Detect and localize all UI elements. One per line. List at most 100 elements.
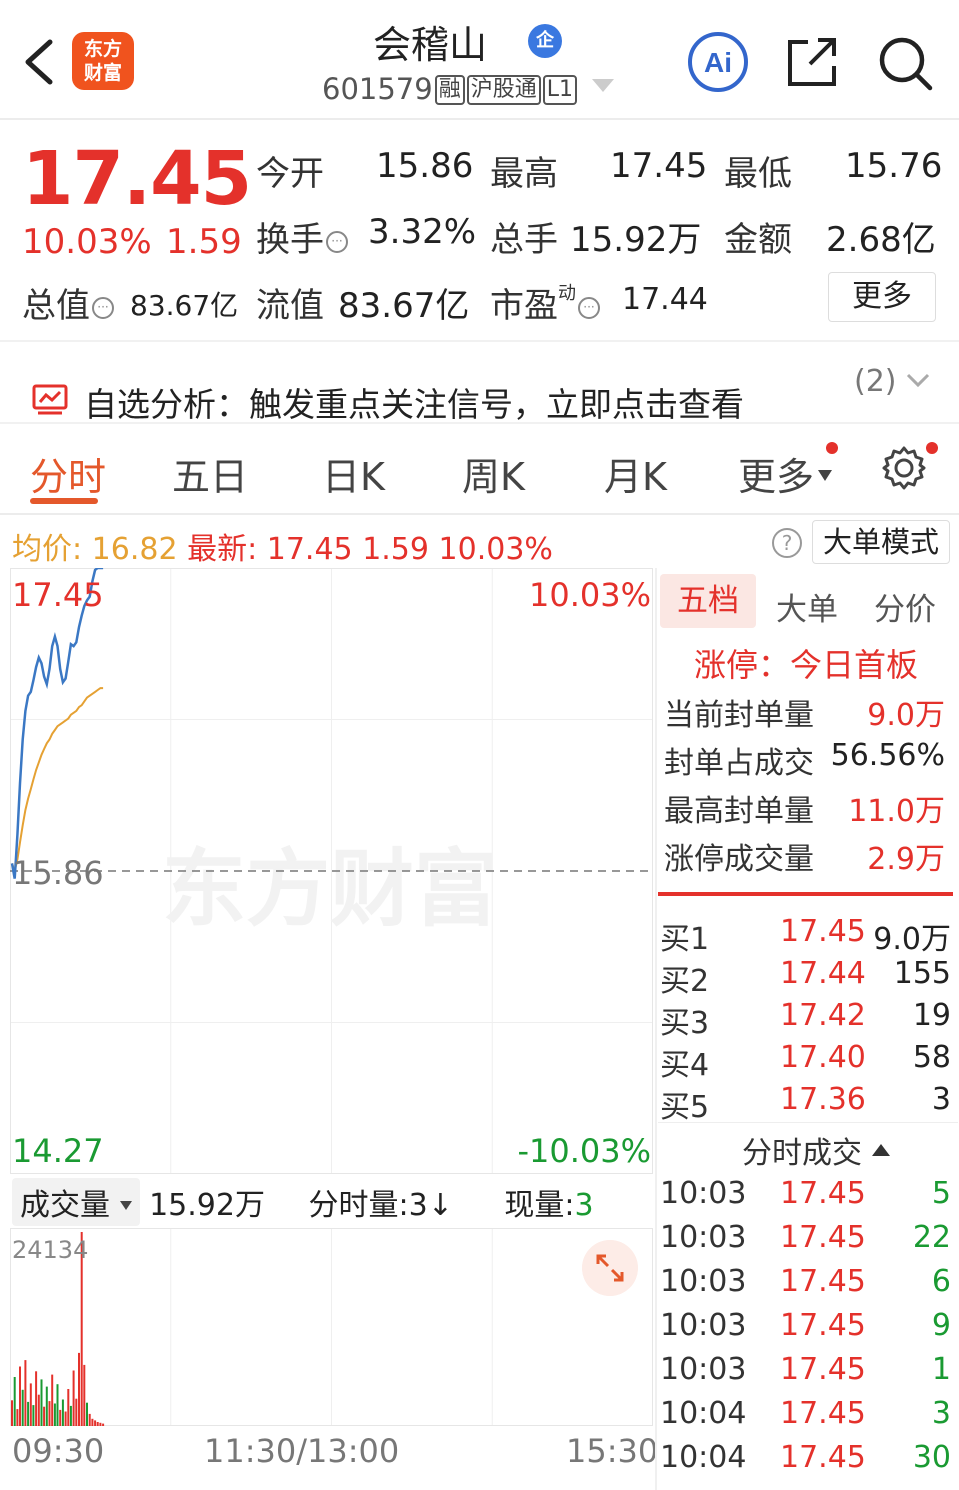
volume-bar (64, 1411, 67, 1426)
info-dots-icon[interactable]: ··· (92, 297, 114, 319)
bid-volume: 9.0万 (873, 922, 951, 957)
volume-indicator-label: 成交量 (20, 1188, 110, 1223)
tab-daily-k[interactable]: 日K (322, 446, 385, 501)
volume-bar (102, 1423, 105, 1426)
tab-more[interactable]: 更多 (738, 446, 833, 501)
stock-code-line[interactable]: 601579 融沪股通 L1 (322, 72, 615, 106)
volume-info-row: 成交量 15.92万 分时量:3↓ 现量:3 (12, 1178, 594, 1226)
y-axis-mid-label: 15.86 (12, 854, 104, 892)
pct-axis-top-label: 10.03% (529, 576, 651, 614)
more-quote-button[interactable]: 更多 (828, 272, 936, 322)
volume-bar (35, 1371, 38, 1426)
ai-assistant-icon[interactable]: Ai (686, 30, 750, 94)
large-order-mode-button[interactable]: 大单模式 (812, 520, 950, 564)
avg-label: 均价: (12, 532, 83, 567)
volume-bar (16, 1409, 19, 1426)
tab-intraday[interactable]: 分时 (30, 446, 106, 501)
dropdown-triangle-icon[interactable] (592, 79, 615, 93)
volume-chart[interactable]: 24134 (10, 1228, 653, 1426)
seal-label: 最高封单量 (664, 794, 814, 829)
top-header: 东方 财富 会稽山 企 601579 融沪股通 L1 Ai (0, 0, 959, 120)
intraday-price-chart[interactable]: 东方财富 17.45 15.86 14.27 10.03% -10.03% (10, 568, 653, 1174)
volume-bar (27, 1401, 30, 1426)
volume-bar (32, 1405, 35, 1426)
trade-time: 10:04 (660, 1396, 747, 1431)
volume-indicator-select[interactable]: 成交量 (12, 1178, 140, 1226)
volume-bar (11, 1400, 13, 1426)
pe-label-text: 市盈 (490, 286, 558, 326)
trade-price: 17.45 (780, 1396, 866, 1431)
bid-volume: 155 (893, 956, 951, 991)
amount-value: 2.68亿 (826, 220, 936, 260)
chevron-down-icon[interactable] (904, 370, 932, 390)
pe-value: 17.44 (622, 282, 708, 317)
bid-volume: 19 (912, 998, 951, 1033)
volume-bar (21, 1389, 24, 1426)
time-axis-mid: 11:30/13:00 (204, 1432, 400, 1470)
trade-volume: 1 (931, 1352, 951, 1387)
tab-five-day[interactable]: 五日 (172, 446, 248, 501)
change-percent: 10.03% (22, 222, 152, 262)
enterprise-badge-icon: 企 (528, 24, 562, 58)
low-label: 最低 (724, 154, 792, 194)
trade-price: 17.45 (780, 1176, 866, 1211)
gear-icon[interactable] (880, 444, 928, 492)
turnover-value: 3.32% (368, 212, 477, 252)
seal-label: 封单占成交 (664, 746, 814, 781)
high-value: 17.45 (610, 146, 708, 186)
trade-time: 10:03 (660, 1176, 747, 1211)
turnover-label-text: 换手 (256, 220, 324, 260)
bid-volume: 58 (912, 1040, 951, 1075)
seal-value: 56.56% (830, 738, 945, 773)
price-line (10, 568, 104, 879)
tab-price-distribution[interactable]: 分价 (874, 584, 936, 629)
divider (0, 422, 959, 424)
panel-divider (655, 568, 657, 1490)
tab-monthly-k[interactable]: 月K (604, 446, 667, 501)
search-icon[interactable] (876, 34, 934, 92)
back-arrow-icon[interactable] (18, 34, 62, 90)
tab-five-levels[interactable]: 五档 (660, 574, 756, 628)
volume-bar (75, 1398, 78, 1426)
float-value: 83.67亿 (338, 286, 470, 326)
trade-time: 10:03 (660, 1220, 747, 1255)
info-dots-icon[interactable]: ··· (326, 231, 348, 253)
signal-alert-text[interactable]: 自选分析：触发重点关注信号，立即点击查看 (84, 378, 744, 426)
pe-label[interactable]: 市盈动··· (490, 278, 600, 327)
stock-code: 601579 (322, 72, 433, 106)
tab-large-orders[interactable]: 大单 (776, 584, 838, 629)
volume-bar (29, 1383, 32, 1426)
trades-header[interactable]: 分时成交 (742, 1128, 890, 1172)
seal-label: 当前封单量 (664, 698, 814, 733)
limit-divider-bar (658, 892, 953, 896)
trade-volume: 3 (931, 1396, 951, 1431)
bid-level-label: 买5 (660, 1090, 710, 1125)
tab-weekly-k[interactable]: 周K (462, 446, 525, 501)
divider (0, 340, 959, 342)
mktcap-value: 83.67亿 (130, 289, 239, 322)
app-logo[interactable]: 东方 财富 (72, 32, 134, 90)
mktcap-label[interactable]: 总值 ··· (22, 278, 114, 327)
turnover-label[interactable]: 换手 ··· (256, 212, 348, 261)
seal-value: 11.0万 (848, 794, 945, 829)
signal-count[interactable]: (2) (854, 364, 897, 399)
bid-price: 17.40 (780, 1040, 866, 1075)
trade-time: 10:03 (660, 1264, 747, 1299)
seal-value: 2.9万 (867, 842, 945, 877)
bid-price: 17.42 (780, 998, 866, 1033)
expand-icon[interactable] (582, 1240, 638, 1296)
volume-bar (19, 1366, 21, 1426)
connect-tag: 沪股通 (466, 75, 541, 105)
trade-time: 10:04 (660, 1440, 747, 1475)
bid-volume: 3 (931, 1082, 951, 1117)
pct-axis-bottom-label: -10.03% (517, 1132, 651, 1170)
share-icon[interactable] (786, 36, 840, 88)
volume-label: 总手 (490, 220, 558, 260)
high-label: 最高 (490, 154, 558, 194)
trade-volume: 6 (931, 1264, 951, 1299)
mktcap-label-text: 总值 (22, 286, 90, 326)
amount-label: 金额 (724, 220, 792, 260)
info-dots-icon[interactable]: ··· (578, 297, 600, 319)
help-icon[interactable]: ? (772, 528, 802, 558)
triangle-up-icon (871, 1144, 890, 1156)
